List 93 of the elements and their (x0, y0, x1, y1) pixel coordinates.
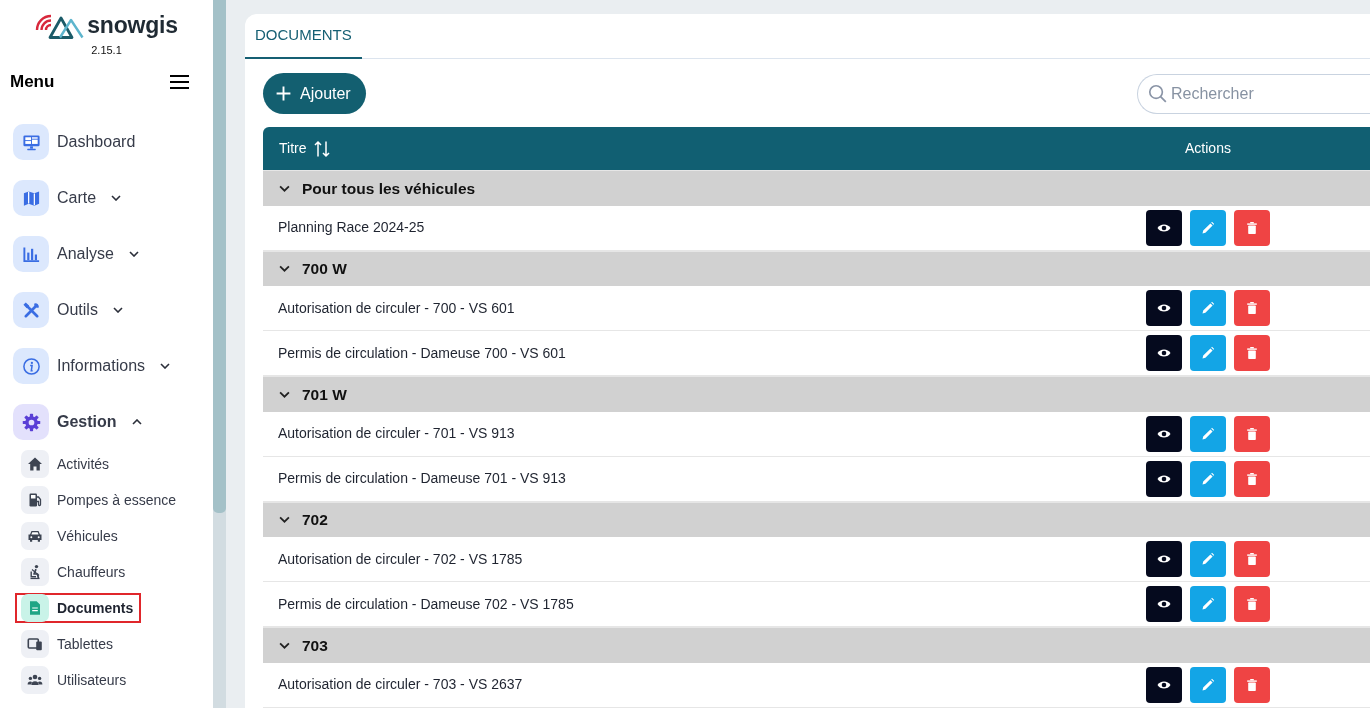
column-header: Titre (279, 139, 307, 158)
plus-icon (275, 85, 292, 102)
table-cell-text: Permis de circulation - Dameuse 702 - VS 1785 (277, 594, 574, 614)
delete-button[interactable] (1234, 290, 1270, 326)
gear-icon (13, 404, 49, 440)
bar-chart-icon (13, 236, 49, 272)
edit-button[interactable] (1190, 541, 1226, 577)
edit-button[interactable] (1190, 290, 1226, 326)
view-button[interactable] (1146, 666, 1182, 703)
brand-name: snowgis (87, 13, 178, 37)
view-button[interactable] (1146, 460, 1182, 497)
table-cell-text: Permis de circulation - Dameuse 701 - VS 913 (277, 469, 566, 488)
table-cell-text: Autorisation de circuler - 700 - VS 601 (277, 298, 515, 318)
delete-button[interactable] (1234, 586, 1270, 622)
trash-icon (1245, 677, 1259, 692)
sidebar-item[interactable]: Carte (0, 170, 122, 226)
pencil-icon (1201, 471, 1215, 486)
column-header: Actions (1185, 140, 1231, 156)
sidebar-item[interactable]: Gestion (0, 394, 142, 450)
edit-button[interactable] (1190, 460, 1226, 497)
fuel-pump-icon (21, 486, 49, 514)
group-row[interactable]: 703 (263, 627, 1370, 663)
view-button[interactable] (1146, 541, 1182, 577)
document-icon (21, 594, 49, 622)
table-cell-text: Autorisation de circuler - 701 - VS 913 (277, 424, 515, 443)
view-button[interactable] (1146, 335, 1182, 371)
edit-button[interactable] (1190, 666, 1226, 703)
group-row[interactable]: 700 W (263, 250, 1370, 286)
tab[interactable]: DOCUMENTS (245, 14, 362, 59)
edit-button[interactable] (1190, 415, 1226, 452)
sidebar-subitem[interactable]: Pompes à essence (15, 485, 185, 515)
menu-icon (170, 75, 189, 89)
pencil-icon (1201, 552, 1215, 566)
delete-button[interactable] (1234, 460, 1270, 497)
trash-icon (1245, 552, 1259, 566)
pencil-icon (1201, 677, 1215, 692)
search-field[interactable]: Rechercher (1137, 74, 1370, 114)
sidebar-subitem[interactable]: Tablettes (15, 629, 122, 659)
sidebar-item[interactable]: Informations (0, 338, 171, 394)
pencil-icon (1201, 301, 1215, 315)
group-row[interactable]: 702 (263, 501, 1370, 537)
sidebar-subitem[interactable]: Activités (15, 449, 118, 479)
view-button[interactable] (1146, 415, 1182, 452)
seated-person-icon (21, 558, 49, 586)
add-button[interactable]: Ajouter (263, 73, 366, 114)
trash-icon (1245, 471, 1259, 486)
trash-icon (1245, 426, 1259, 441)
menu-title: Menu (10, 71, 55, 94)
edit-button[interactable] (1190, 335, 1226, 371)
sidebar-subitem[interactable]: Documents (15, 593, 142, 623)
table-cell-text: Planning Race 2024-25 (277, 218, 425, 237)
view-button[interactable] (1146, 290, 1182, 326)
view-button[interactable] (1146, 209, 1182, 246)
group-row[interactable]: Pour tous les véhicules (263, 170, 1370, 206)
delete-button[interactable] (1234, 541, 1270, 577)
delete-button[interactable] (1234, 209, 1270, 246)
delete-button[interactable] (1234, 666, 1270, 703)
delete-button[interactable] (1234, 335, 1270, 371)
version-label: 2.15.1 (91, 43, 122, 57)
tools-icon (13, 292, 49, 328)
trash-icon (1245, 346, 1259, 360)
sort-icon (314, 139, 331, 158)
table-cell-text: Autorisation de circuler - 703 - VS 2637 (277, 675, 523, 694)
map-icon (13, 180, 49, 216)
trash-icon (1245, 301, 1259, 315)
house-icon (21, 450, 49, 478)
search-icon (1148, 84, 1167, 103)
sidebar-subitem[interactable]: Chauffeurs (15, 557, 134, 587)
edit-button[interactable] (1190, 209, 1226, 246)
trash-icon (1245, 220, 1259, 235)
pencil-icon (1201, 426, 1215, 441)
delete-button[interactable] (1234, 415, 1270, 452)
sidebar-subitem[interactable]: Utilisateurs (15, 665, 135, 695)
monitor-icon (13, 124, 49, 160)
info-icon (13, 348, 49, 384)
view-button[interactable] (1146, 586, 1182, 622)
table-cell-text: Permis de circulation - Dameuse 700 - VS 601 (277, 343, 566, 363)
sidebar-item[interactable]: Outils (0, 282, 123, 338)
menu-button[interactable] (170, 75, 189, 89)
group-row[interactable]: 701 W (263, 376, 1370, 412)
trash-icon (1245, 597, 1259, 611)
edit-button[interactable] (1190, 586, 1226, 622)
users-icon (21, 666, 49, 694)
sidebar-item[interactable]: Analyse (0, 226, 139, 282)
table-cell-text: Autorisation de circuler - 702 - VS 1785 (277, 549, 523, 569)
pencil-icon (1201, 346, 1215, 360)
devices-icon (21, 630, 49, 658)
sidebar-subitem[interactable]: Véhicules (15, 521, 126, 551)
sidebar-item[interactable]: Dashboard (0, 114, 136, 170)
pencil-icon (1201, 597, 1215, 611)
scrollbar-thumb[interactable] (213, 0, 226, 513)
pencil-icon (1201, 220, 1215, 235)
car-icon (21, 522, 49, 550)
